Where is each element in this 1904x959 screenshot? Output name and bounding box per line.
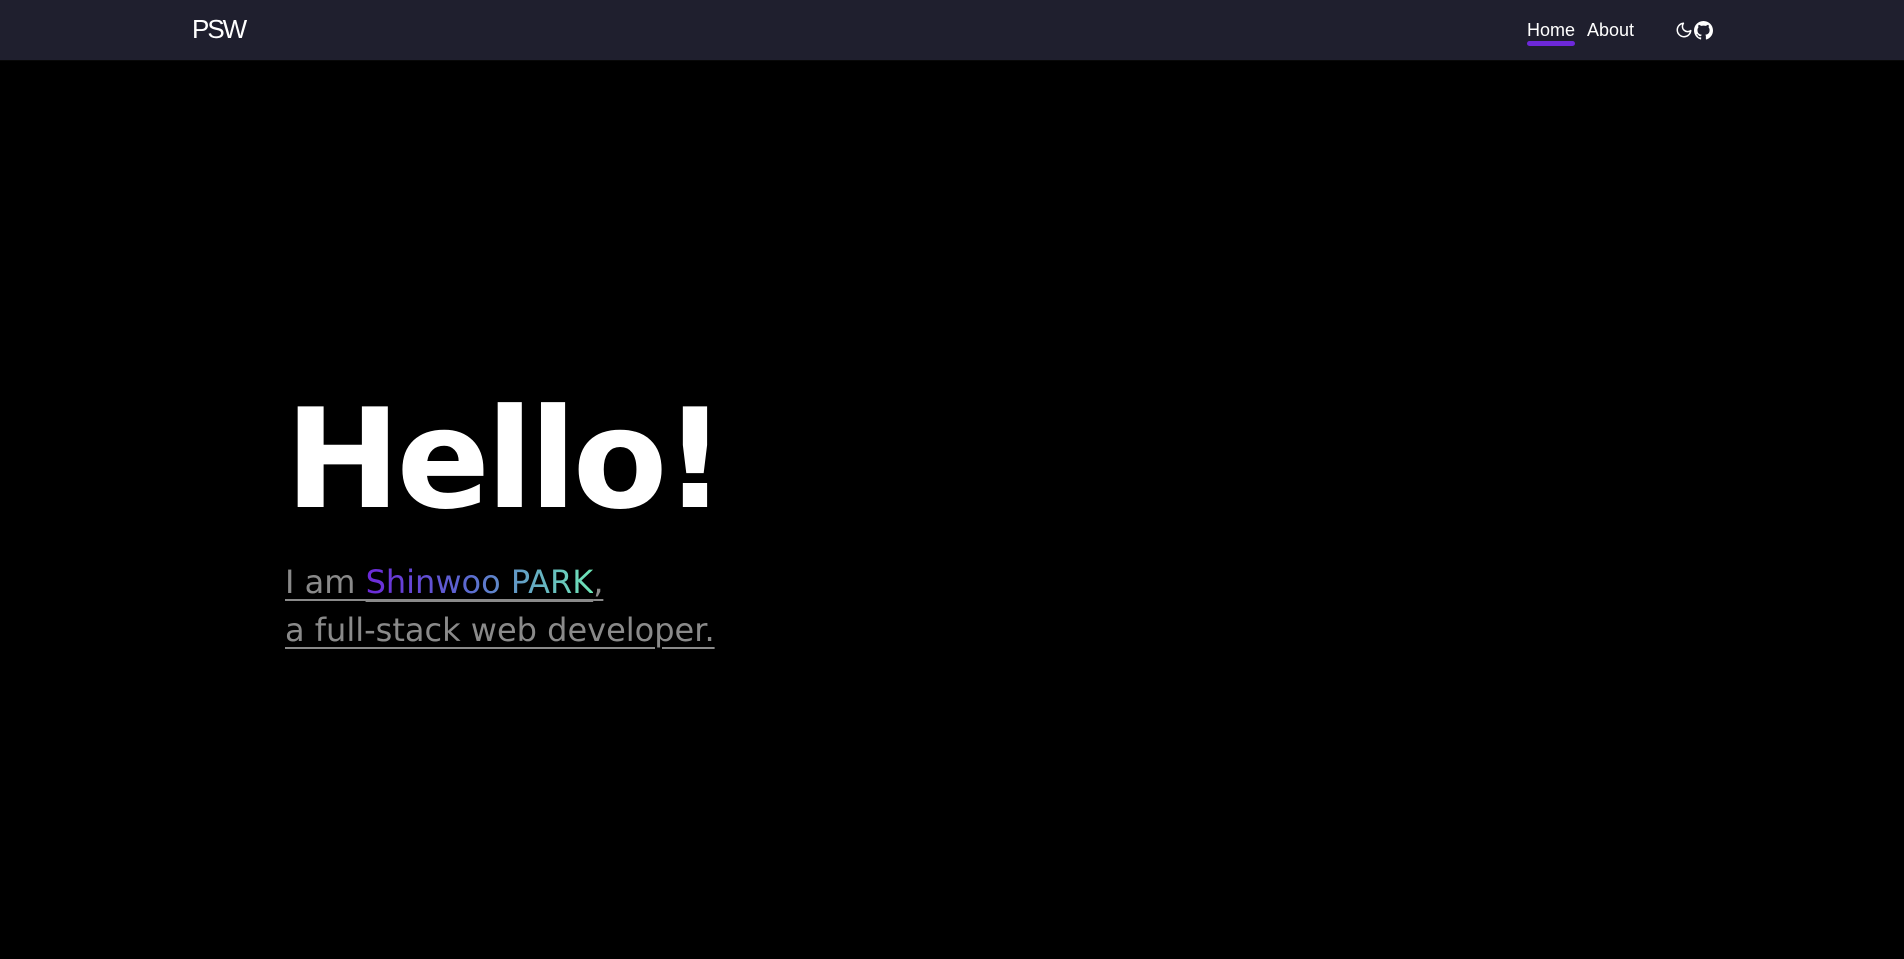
main-nav: Home About [1527, 19, 1634, 46]
navbar: PSW Home About [0, 0, 1904, 60]
hero-title: Hello! [285, 379, 726, 540]
github-link[interactable] [1691, 18, 1715, 42]
intro-prefix: I am [285, 563, 366, 601]
intro-line: I am Shinwoo PARK, [285, 558, 715, 606]
nav-link-about[interactable]: About [1587, 19, 1634, 41]
hero-subtitle: I am Shinwoo PARK, a full-stack web deve… [285, 558, 715, 654]
site-logo[interactable]: PSW [192, 13, 247, 45]
github-icon [1693, 20, 1713, 40]
author-name: Shinwoo PARK [365, 563, 594, 601]
intro-suffix: , [593, 563, 604, 601]
nav-link-home[interactable]: Home [1527, 19, 1576, 46]
tagline: a full-stack web developer. [285, 611, 715, 649]
